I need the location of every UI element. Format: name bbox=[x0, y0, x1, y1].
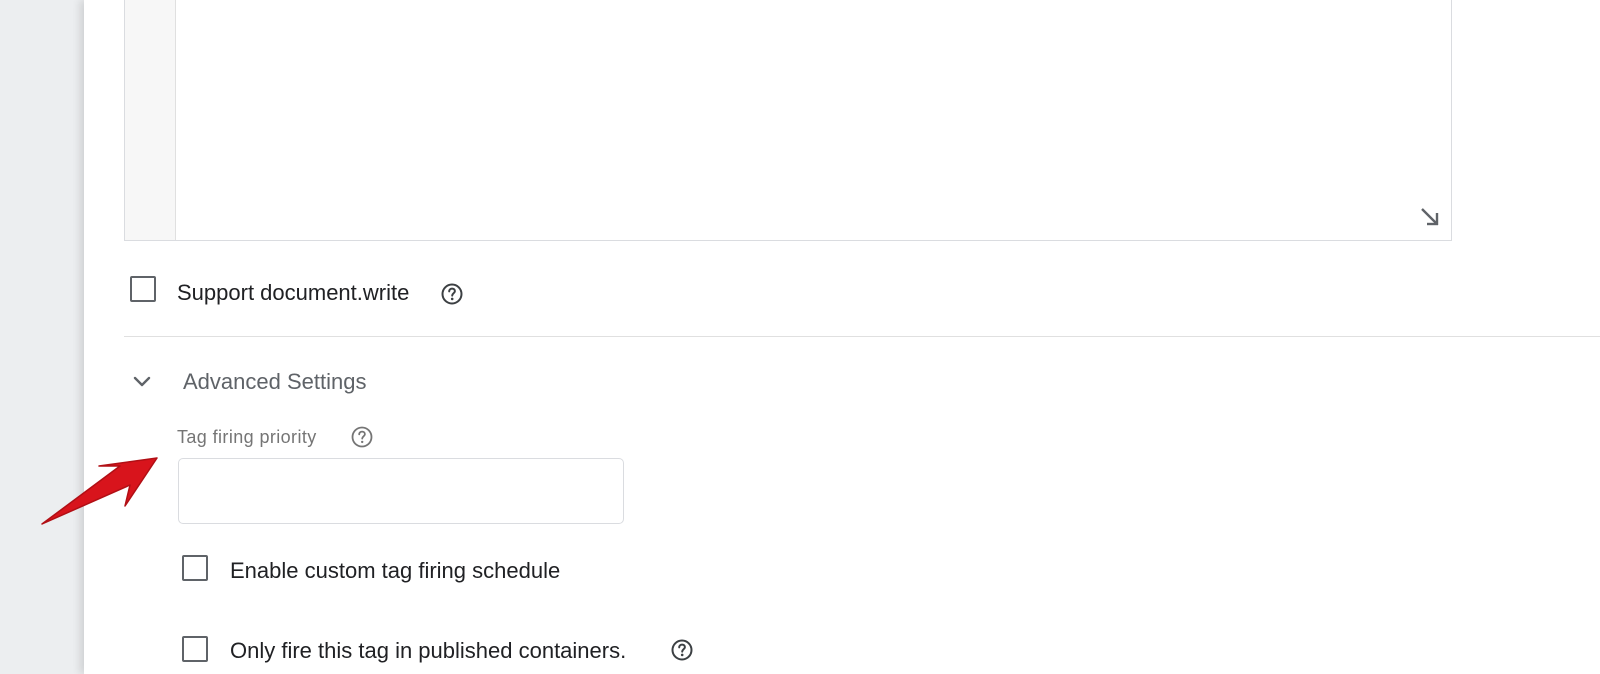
custom-tag-firing-schedule-label: Enable custom tag firing schedule bbox=[230, 558, 561, 583]
support-document-write-label: Support document.write bbox=[177, 280, 410, 305]
tag-firing-priority-input[interactable] bbox=[178, 458, 624, 524]
tag-firing-priority-label: Tag firing priority bbox=[177, 427, 317, 447]
left-background bbox=[0, 0, 84, 674]
published-containers-only-checkbox[interactable] bbox=[182, 636, 208, 662]
resize-handle-icon[interactable] bbox=[1419, 206, 1441, 228]
chevron-down-icon[interactable] bbox=[130, 370, 154, 394]
help-circle-icon[interactable] bbox=[440, 282, 464, 306]
html-code-editor[interactable] bbox=[124, 0, 1452, 241]
section-divider bbox=[124, 336, 1600, 337]
line-number-gutter bbox=[125, 0, 176, 240]
help-circle-icon[interactable] bbox=[350, 425, 374, 449]
support-document-write-checkbox[interactable] bbox=[130, 276, 156, 302]
help-circle-icon[interactable] bbox=[670, 638, 694, 662]
advanced-settings-title[interactable]: Advanced Settings bbox=[183, 369, 366, 395]
custom-tag-firing-schedule-checkbox[interactable] bbox=[182, 555, 208, 581]
tag-configuration-panel: Support document.write Advanced Settings… bbox=[84, 0, 1600, 674]
published-containers-only-label: Only fire this tag in published containe… bbox=[230, 638, 627, 663]
